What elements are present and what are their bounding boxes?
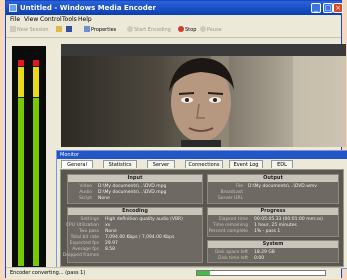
properties-icon [84,26,90,32]
new-session-icon [10,26,16,32]
save-icon [66,26,72,32]
presenter-face-image [169,56,346,147]
menu-file[interactable]: File [10,15,20,24]
toolbar: New Session Properties Start Encoding St… [6,24,341,38]
system-value: 18.29 GB [254,250,275,255]
input-label: Script [78,196,92,201]
tab-server[interactable]: Server [147,160,175,168]
properties-button[interactable]: Properties [84,26,116,35]
output-section: Output File D:\My documents\...\DVD.wmv … [207,174,339,204]
input-label: Audio [79,190,92,195]
progress-label: Time remaining [212,223,248,228]
progress-label: Elapsed time [218,217,248,222]
system-heading: System [208,241,338,248]
start-encoding-label: Start Encoding [134,27,171,33]
encoding-label: CPU Utilization [65,223,99,228]
input-heading: Input [68,175,202,182]
monitor-title-bar: Monitor [57,151,347,159]
system-value: 0:00 [254,256,265,261]
progress-heading: Progress [208,208,338,215]
progress-value: 1 hour, 25 minutes [254,223,297,228]
progress-value: 00:05:05.33 (00:01:00 mm:ss) [254,217,323,222]
tab-general[interactable]: General [61,160,93,168]
encoding-progress-bar [196,270,326,276]
tab-edl[interactable]: EDL [271,160,293,168]
close-button[interactable]: × [333,3,343,13]
stop-button[interactable]: Stop [178,26,196,35]
menu-tools[interactable]: Tools [62,15,77,24]
system-section: System Disk space left 18.29 GB Disk tim… [207,240,339,263]
encoding-label: Settings [80,217,99,222]
title-bar[interactable]: Untitled - Windows Media Encoder _ □ × [6,1,343,15]
menu-help[interactable]: Help [78,15,92,24]
general-tab-content: Input Video D:\My documents\...\DVD.mpg … [60,169,344,267]
new-session-button[interactable]: New Session [10,26,49,35]
new-session-label: New Session [17,27,49,33]
tab-connections[interactable]: Connections [185,160,223,168]
output-label: Broadcast [220,190,243,195]
maximize-button[interactable]: □ [323,3,333,13]
encoding-progress-fill [197,271,210,275]
open-button[interactable] [56,26,63,35]
output-value: D:\My documents\...\DVD.wmv [248,184,317,189]
stop-label: Stop [185,27,197,33]
menu-bar: File View Control Tools Help [6,15,341,24]
progress-value: 1% - pass 1 [254,229,281,234]
encoding-label: Dropped frames [62,253,99,258]
folder-icon [56,26,62,32]
menu-control[interactable]: Control [40,15,62,24]
window-title: Untitled - Windows Media Encoder [20,4,156,12]
system-label: Disk time left [218,256,248,261]
left-channel-meter [18,60,24,266]
audio-level-meters [12,46,46,268]
encoding-label: Two pass [78,229,99,234]
video-preview [61,44,346,147]
monitor-panel: Monitor General Statistics Server Connec… [56,150,347,269]
progress-section: Progress Elapsed time 00:05:05.33 (00:01… [207,207,339,237]
right-channel-meter [33,60,39,266]
input-label: Video [79,184,92,189]
input-section: Input Video D:\My documents\...\DVD.mpg … [67,174,203,204]
encoding-heading: Encoding [68,208,202,215]
encoding-label: Total bit rate [70,235,99,240]
system-label: Disk space left [214,250,248,255]
minimize-button[interactable]: _ [311,3,321,13]
input-value: None [98,196,110,201]
encoding-value: High definition quality audio (VBR) [105,217,183,222]
tab-event-log[interactable]: Event Log [229,160,263,168]
pause-icon [200,26,206,32]
status-text: Encoder converting... (pass 1) [10,270,86,276]
tab-statistics[interactable]: Statistics [103,160,137,168]
encoding-value: xx [105,223,111,228]
properties-label: Properties [91,27,117,33]
menu-view[interactable]: View [24,15,38,24]
stop-icon [178,26,184,32]
encoding-label: Average fps [72,247,99,252]
output-heading: Output [208,175,338,182]
encoding-value: 29.97 [105,241,118,246]
encoding-value: None [105,229,117,234]
input-value: D:\My documents\...\DVD.mpg [98,184,167,189]
status-bar: Encoder converting... (pass 1) [6,267,341,279]
encoding-section: Encoding Settings High definition qualit… [63,207,203,263]
progress-label: Percent complete [208,229,248,234]
pause-button[interactable]: Pause [200,26,222,35]
output-label: File [235,184,243,189]
input-value: D:\My documents\...\DVD.mpg [98,190,167,195]
encoding-label: Expected fps [69,241,99,246]
save-button[interactable] [66,26,73,35]
monitor-title: Monitor [60,152,80,158]
pause-label: Pause [207,27,222,33]
output-label: Server URL [217,196,243,201]
start-encoding-button[interactable]: Start Encoding [127,26,171,35]
start-icon [127,26,133,32]
encoder-window: Untitled - Windows Media Encoder _ □ × F… [5,0,347,279]
encoding-value: 7,094.00 Kbps / 7,094.00 Kbps [105,235,175,240]
app-icon [9,4,17,12]
encoding-value: 8.58 [105,247,116,252]
